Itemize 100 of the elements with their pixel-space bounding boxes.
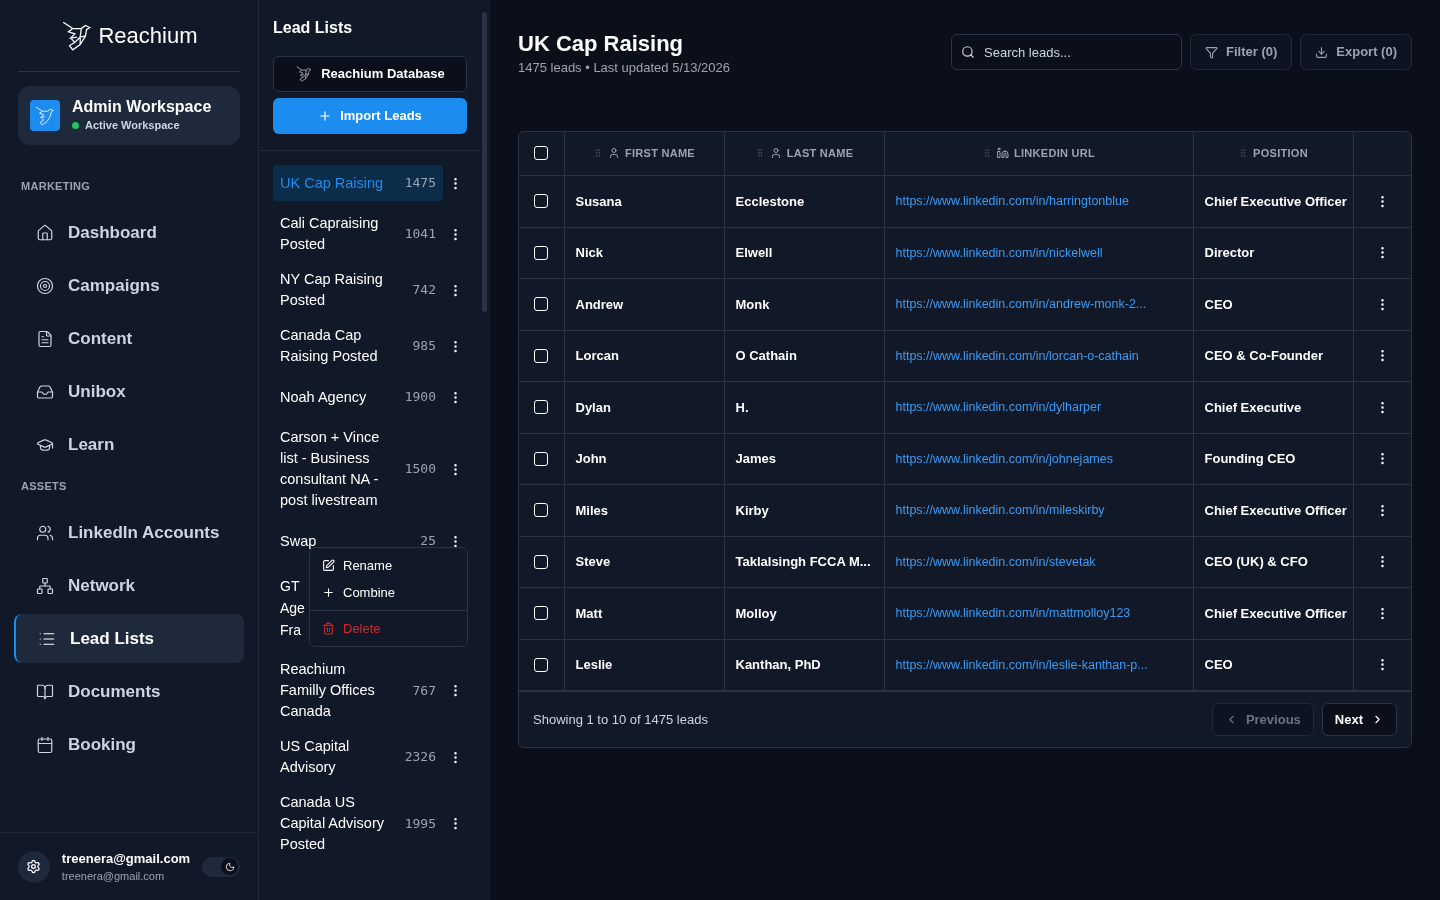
list-name: Carson + Vince list - Business consultant NA - post livestream bbox=[280, 428, 381, 510]
lead-list-item[interactable]: Canada US Capital Advisory Posted 1995 bbox=[273, 790, 443, 857]
list-name: NY Cap Raising Posted bbox=[280, 270, 384, 310]
table-cell: Elwell bbox=[735, 245, 773, 260]
section-heading: ASSETS bbox=[20, 478, 68, 494]
drag-handle-icon[interactable] bbox=[593, 148, 603, 159]
menu-item[interactable]: Delete bbox=[310, 615, 467, 642]
table-cell: Leslie bbox=[575, 657, 613, 672]
edit-icon bbox=[322, 559, 335, 572]
linkedin-link[interactable]: https://www.linkedin.com/in/andrew-monk-2... bbox=[895, 297, 1147, 312]
linkedin-link[interactable]: https://www.linkedin.com/in/mattmolloy123 bbox=[895, 606, 1131, 621]
lead-list-item[interactable]: Cali Capraising Posted 1041 bbox=[273, 211, 443, 257]
lead-count: 985 bbox=[412, 337, 436, 356]
nav-item[interactable]: Lead Lists bbox=[14, 614, 244, 663]
column-header[interactable]: LAST NAME bbox=[724, 145, 884, 162]
row-checkbox[interactable] bbox=[534, 348, 549, 363]
lead-count: 1475 bbox=[404, 174, 436, 193]
trash-icon bbox=[322, 622, 335, 635]
workspace-name: Admin Workspace bbox=[72, 97, 212, 118]
panel-title: Lead Lists bbox=[273, 18, 354, 38]
row-checkbox[interactable] bbox=[534, 245, 549, 260]
table-cell: Steve bbox=[575, 554, 611, 569]
next-button[interactable]: Next bbox=[1321, 703, 1397, 736]
plus-icon bbox=[318, 109, 333, 123]
workspace-card[interactable]: Admin Workspace Active Workspace bbox=[18, 86, 240, 145]
workspace-logo-icon bbox=[30, 100, 60, 131]
nav-item[interactable]: Dashboard bbox=[14, 208, 244, 258]
row-checkbox[interactable] bbox=[534, 400, 549, 415]
search-field[interactable]: Search leads... bbox=[951, 34, 1183, 70]
inbox-icon bbox=[36, 383, 54, 401]
linkedin-link[interactable]: https://www.linkedin.com/in/dylharper bbox=[895, 400, 1102, 415]
table-cell: Miles bbox=[575, 502, 608, 518]
column-header[interactable]: LINKEDIN URL bbox=[884, 145, 1193, 162]
list-name: Swap bbox=[280, 531, 318, 551]
linkedin-link[interactable]: https://www.linkedin.com/in/stevetak bbox=[895, 554, 1096, 569]
nav-item[interactable]: Booking bbox=[14, 720, 244, 769]
table-cell: Matt bbox=[575, 605, 603, 621]
table-cell: CEO (UK) & CFO bbox=[1204, 554, 1308, 569]
list-name: Cali Capraising Posted bbox=[280, 214, 380, 254]
lead-list-item[interactable]: Reachium Familly Offices Canada 767 bbox=[273, 657, 443, 724]
theme-toggle[interactable] bbox=[202, 856, 240, 877]
menu-item[interactable]: Rename bbox=[310, 552, 467, 579]
user-icon bbox=[769, 147, 782, 160]
nav-item[interactable]: Network bbox=[14, 561, 244, 610]
table-cell: Monk bbox=[735, 296, 770, 312]
row-checkbox[interactable] bbox=[534, 554, 549, 569]
lead-list-item[interactable]: UK Cap Raising 1475 bbox=[273, 165, 443, 201]
linkedin-link[interactable]: https://www.linkedin.com/in/nickelwell bbox=[895, 245, 1103, 260]
export-button[interactable]: Export (0) bbox=[1300, 34, 1412, 70]
nav-item[interactable]: Content bbox=[14, 314, 244, 364]
lead-count: 2326 bbox=[404, 748, 436, 767]
lead-count: 25 bbox=[420, 532, 436, 551]
settings-icon bbox=[26, 859, 42, 874]
list-name: Reachium Familly Offices Canada bbox=[280, 660, 376, 721]
row-checkbox[interactable] bbox=[534, 606, 549, 621]
table-cell: Taklalsingh FCCA M... bbox=[735, 554, 871, 569]
lead-list-item[interactable]: NY Cap Raising Posted 742 bbox=[273, 267, 443, 313]
linkedin-link[interactable]: https://www.linkedin.com/in/johnejames bbox=[895, 451, 1113, 466]
nav-item[interactable]: Unibox bbox=[14, 367, 244, 417]
filter-icon bbox=[1205, 45, 1219, 59]
row-checkbox[interactable] bbox=[534, 194, 549, 209]
linkedin-link[interactable]: https://www.linkedin.com/in/harringtonblue bbox=[895, 194, 1129, 209]
lead-list-item[interactable]: Carson + Vince list - Business consultant NA - post livestream 1500 bbox=[273, 425, 443, 513]
table-cell: Nick bbox=[575, 245, 603, 260]
linkedin-link[interactable]: https://www.linkedin.com/in/leslie-kanthan-p... bbox=[895, 657, 1148, 672]
graduation-cap-icon bbox=[36, 436, 54, 454]
search-icon bbox=[961, 45, 976, 59]
target-icon bbox=[36, 277, 54, 295]
row-checkbox[interactable] bbox=[534, 503, 549, 518]
table-cell: Chief Executive Officer bbox=[1204, 502, 1347, 518]
row-checkbox[interactable] bbox=[534, 451, 549, 466]
table-cell: James bbox=[735, 451, 776, 466]
column-header[interactable]: FIRST NAME bbox=[564, 145, 724, 162]
linkedin-link[interactable]: https://www.linkedin.com/in/lorcan-o-cathain bbox=[895, 348, 1139, 363]
database-button[interactable]: Reachium Database bbox=[273, 56, 467, 92]
list-name: Noah Agency bbox=[280, 387, 368, 407]
table-cell: Andrew bbox=[575, 296, 624, 312]
row-checkbox[interactable] bbox=[534, 657, 549, 672]
pagination-summary: Showing 1 to 10 of 1475 leads bbox=[533, 710, 708, 729]
list-name: Canada US Capital Advisory Posted bbox=[280, 793, 385, 854]
linkedin-link[interactable]: https://www.linkedin.com/in/mileskirby bbox=[895, 503, 1105, 518]
nav-item[interactable]: LinkedIn Accounts bbox=[14, 508, 244, 557]
list-name: Canada Cap Raising Posted bbox=[280, 326, 379, 366]
lead-count: 1500 bbox=[404, 460, 436, 479]
lead-list-item[interactable]: Noah Agency 1900 bbox=[273, 379, 443, 415]
select-all-checkbox[interactable] bbox=[534, 146, 549, 161]
nav-item[interactable]: Learn bbox=[14, 420, 244, 470]
nav-item[interactable]: Campaigns bbox=[14, 261, 244, 311]
table-cell: Susana bbox=[575, 193, 622, 209]
table-cell: John bbox=[575, 451, 607, 466]
home-icon bbox=[36, 224, 54, 242]
settings-button[interactable] bbox=[18, 850, 50, 883]
nav-item[interactable]: Documents bbox=[14, 667, 244, 716]
column-header[interactable]: POSITION bbox=[1193, 145, 1353, 162]
lead-list-item[interactable]: Canada Cap Raising Posted 985 bbox=[273, 323, 443, 369]
menu-item[interactable]: Combine bbox=[310, 579, 467, 606]
lead-list-item[interactable]: US Capital Advisory 2326 bbox=[273, 734, 443, 780]
filter-button[interactable]: Filter (0) bbox=[1190, 34, 1293, 70]
row-checkbox[interactable] bbox=[534, 297, 549, 312]
lead-count: 1041 bbox=[404, 225, 436, 244]
